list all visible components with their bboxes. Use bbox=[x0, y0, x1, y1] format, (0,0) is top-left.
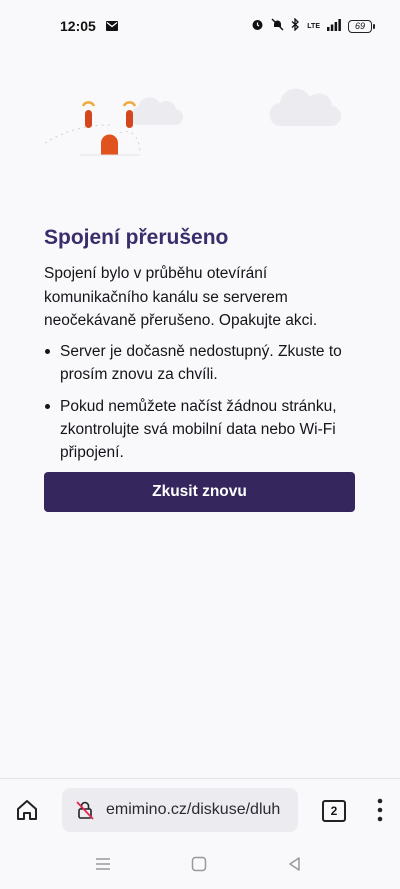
url-text[interactable]: emimino.cz/diskuse/dluh bbox=[106, 801, 280, 819]
list-item: Pokud nemůžete načíst žádnou stránku, zk… bbox=[44, 395, 364, 464]
error-suggestions: Server je dočasně nedostupný. Zkuste to … bbox=[44, 340, 364, 473]
insecure-lock-icon[interactable] bbox=[74, 799, 96, 821]
error-description: Spojení bylo v průběhu otevírání komunik… bbox=[44, 265, 318, 329]
mail-icon bbox=[105, 18, 118, 34]
list-item: Server je dočasně nedostupný. Zkuste to … bbox=[44, 340, 364, 386]
retry-button[interactable]: Zkusit znovu bbox=[44, 472, 355, 512]
browser-toolbar: emimino.cz/diskuse/dluh 2 bbox=[0, 778, 400, 841]
alarm-icon bbox=[251, 18, 264, 34]
error-title: Spojení přerušeno bbox=[44, 226, 229, 249]
error-illustration-icon bbox=[44, 88, 342, 156]
bullet-icon bbox=[45, 349, 50, 354]
bluetooth-icon bbox=[291, 17, 300, 34]
menu-icon[interactable] bbox=[372, 796, 388, 824]
status-time: 12:05 bbox=[60, 18, 96, 34]
suggestion-text: Pokud nemůžete načíst žádnou stránku, zk… bbox=[60, 398, 337, 461]
bullet-icon bbox=[45, 404, 50, 409]
mute-icon bbox=[271, 18, 284, 34]
suggestion-text: Server je dočasně nedostupný. Zkuste to … bbox=[60, 343, 342, 383]
url-bar[interactable]: emimino.cz/diskuse/dluh bbox=[62, 788, 298, 832]
signal-icon bbox=[327, 18, 341, 34]
home-icon[interactable] bbox=[14, 797, 40, 823]
tab-count: 2 bbox=[330, 804, 338, 818]
status-bar: 12:05 LTE 69 bbox=[0, 0, 400, 52]
back-nav-icon[interactable] bbox=[285, 854, 305, 874]
network-label: LTE bbox=[307, 22, 320, 30]
tabs-icon[interactable]: 2 bbox=[322, 800, 346, 822]
system-nav-bar bbox=[0, 840, 400, 889]
battery-level: 69 bbox=[354, 21, 365, 31]
home-nav-icon[interactable] bbox=[189, 854, 209, 874]
recent-apps-icon[interactable] bbox=[93, 854, 113, 874]
battery-icon: 69 bbox=[348, 19, 375, 33]
